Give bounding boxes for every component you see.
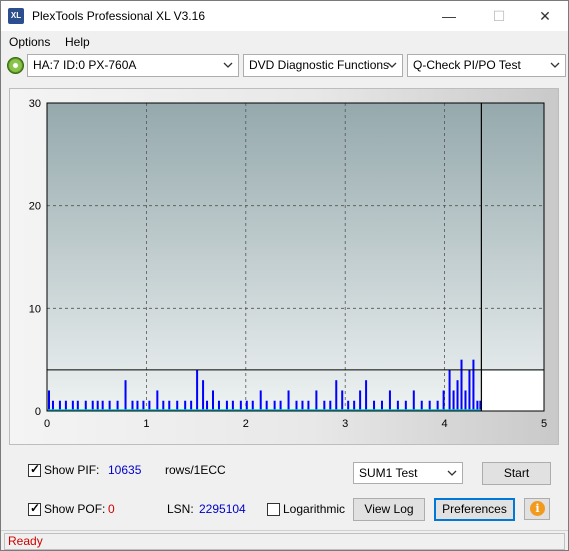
y-tick-label: 10 <box>29 303 41 315</box>
minimize-button[interactable]: — <box>426 1 472 31</box>
pif-bar <box>124 380 127 411</box>
pif-bar <box>359 390 362 411</box>
x-tick-label: 0 <box>44 418 50 430</box>
logarithmic-label: Logarithmic <box>283 502 346 516</box>
pif-bar <box>472 359 475 411</box>
pif-bar <box>202 380 205 411</box>
checkmark-icon: ✓ <box>30 462 41 476</box>
function-select-value: DVD Diagnostic Functions <box>249 58 390 72</box>
logarithmic-checkbox[interactable] <box>267 503 280 516</box>
app-window: XL PlexTools Professional XL V3.16 — ☐ ✕… <box>0 0 569 551</box>
pif-bar <box>196 369 199 411</box>
start-button-label: Start <box>503 466 530 480</box>
window-title: PlexTools Professional XL V3.16 <box>32 9 205 23</box>
test-select-value: Q-Check PI/PO Test <box>413 58 521 72</box>
chevron-down-icon <box>447 470 457 476</box>
app-logo-icon: XL <box>8 8 24 24</box>
title-bar: XL PlexTools Professional XL V3.16 — ☐ ✕ <box>1 1 568 31</box>
show-pof-label: Show POF: <box>44 502 106 516</box>
show-pif-checkbox[interactable]: ✓ <box>28 462 41 477</box>
info-button[interactable]: i <box>524 498 550 520</box>
y-tick-label: 30 <box>29 98 41 110</box>
drive-select[interactable]: HA:7 ID:0 PX-760A <box>27 54 239 77</box>
pif-bar <box>259 390 262 411</box>
pif-bar <box>456 380 459 411</box>
rows-label: rows/1ECC <box>165 463 226 477</box>
y-tick-label: 0 <box>35 406 41 418</box>
status-bar: Ready <box>1 530 568 550</box>
chevron-down-icon <box>223 62 233 68</box>
pi-po-chart: 0 1 2 3 4 5 0 10 20 30 <box>29 98 547 430</box>
toolbar: HA:7 ID:0 PX-760A DVD Diagnostic Functio… <box>1 53 568 79</box>
menu-bar: Options Help <box>1 32 568 52</box>
x-tick-label: 5 <box>541 418 547 430</box>
post-end-region <box>482 370 544 411</box>
menu-options[interactable]: Options <box>9 35 50 49</box>
pif-bar <box>468 369 471 411</box>
preferences-button-label: Preferences <box>442 502 507 516</box>
maximize-button[interactable]: ☐ <box>476 1 522 31</box>
drive-select-value: HA:7 ID:0 PX-760A <box>33 58 137 72</box>
test-select[interactable]: Q-Check PI/PO Test <box>407 54 566 77</box>
preferences-button[interactable]: Preferences <box>434 498 515 521</box>
pif-bar <box>442 390 445 411</box>
view-log-button-label: View Log <box>364 502 414 516</box>
pif-bar <box>335 380 338 411</box>
pif-value: 10635 <box>108 463 142 477</box>
chevron-down-icon <box>387 62 397 68</box>
pof-value: 0 <box>108 502 115 516</box>
chevron-down-icon <box>550 62 560 68</box>
pif-bar <box>156 390 159 411</box>
view-log-button[interactable]: View Log <box>353 498 425 521</box>
start-button[interactable]: Start <box>482 462 551 485</box>
pif-bar <box>452 390 455 411</box>
pif-bar <box>448 369 451 411</box>
sum-test-select-value: SUM1 Test <box>359 466 418 480</box>
pif-bar <box>287 390 290 411</box>
pif-bar <box>464 390 467 411</box>
show-pof-checkbox[interactable]: ✓ <box>28 501 41 516</box>
info-icon: i <box>530 501 545 516</box>
pif-bar <box>315 390 318 411</box>
pif-bar <box>388 390 391 411</box>
pif-bar <box>460 359 463 411</box>
plot-area <box>47 103 544 411</box>
x-tick-label: 3 <box>342 418 348 430</box>
close-button[interactable]: ✕ <box>522 1 568 31</box>
x-tick-label: 1 <box>143 418 149 430</box>
sum-test-select[interactable]: SUM1 Test <box>353 462 463 484</box>
pif-bar <box>212 390 215 411</box>
checkmark-icon: ✓ <box>30 501 41 515</box>
pif-bar <box>365 380 368 411</box>
function-select[interactable]: DVD Diagnostic Functions <box>243 54 403 77</box>
lsn-value: 2295104 <box>199 502 246 516</box>
y-tick-label: 20 <box>29 201 41 213</box>
x-tick-label: 2 <box>243 418 249 430</box>
status-text: Ready <box>4 533 565 550</box>
pif-bar <box>341 390 344 411</box>
x-tick-label: 4 <box>442 418 448 430</box>
menu-help[interactable]: Help <box>65 35 90 49</box>
lsn-label: LSN: <box>167 502 194 516</box>
drive-status-icon <box>7 57 24 74</box>
pif-bar <box>412 390 415 411</box>
chart-panel: 0 1 2 3 4 5 0 10 20 30 <box>9 88 559 445</box>
pif-bar <box>47 390 50 411</box>
show-pif-label: Show PIF: <box>44 463 100 477</box>
